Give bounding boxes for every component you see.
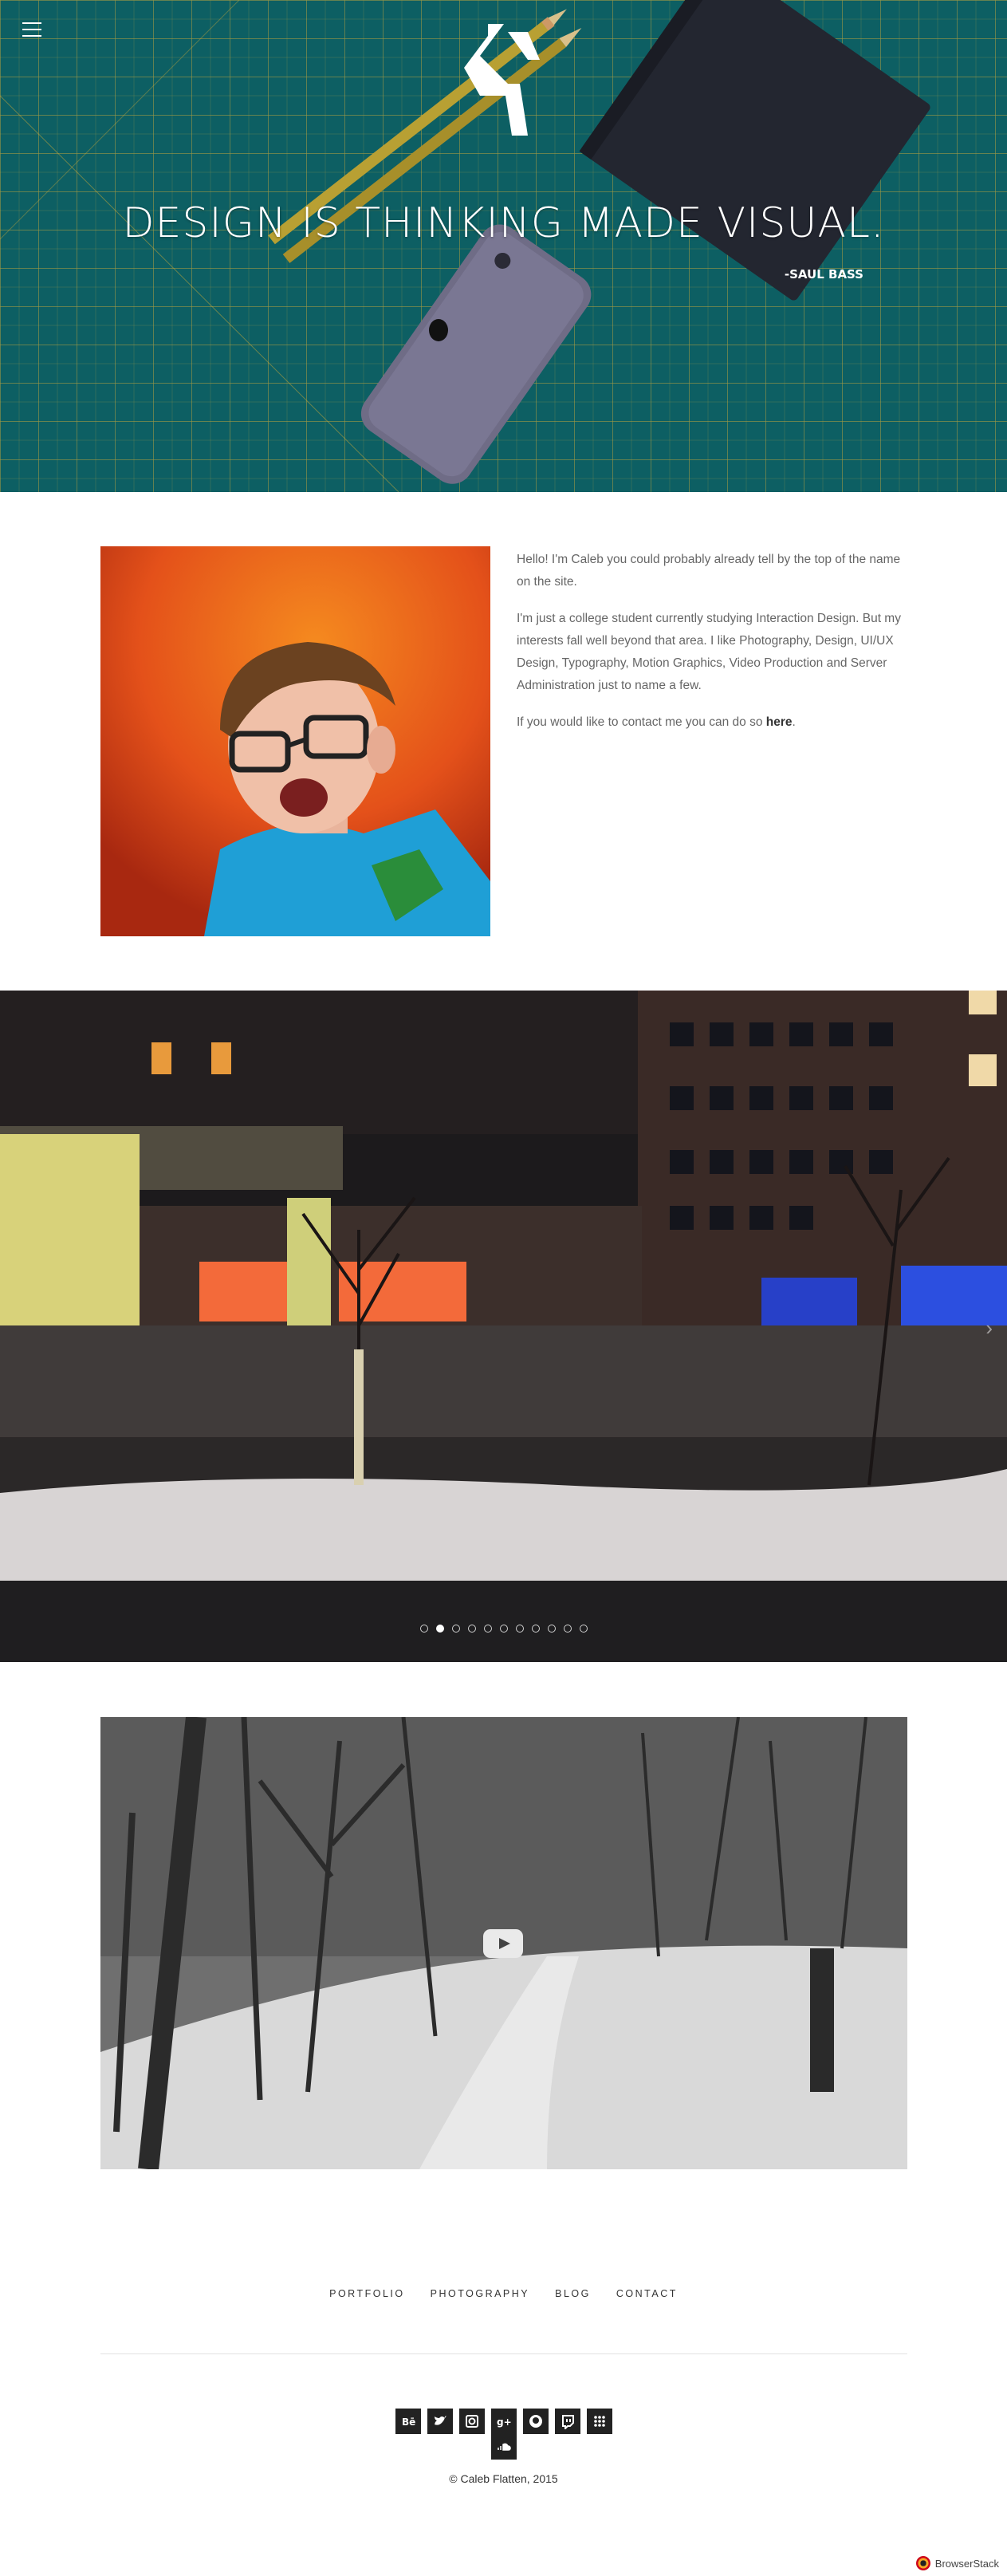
browserstack-text: BrowserStack [934, 2557, 999, 2570]
slider-dot[interactable] [531, 1625, 540, 1633]
footer-link-contact[interactable]: CONTACT [616, 2288, 678, 2299]
footer-nav: PORTFOLIO PHOTOGRAPHY BLOG CONTACT [0, 2288, 1007, 2299]
slider-dot[interactable] [467, 1625, 476, 1633]
about-text: Hello! I'm Caleb you could probably alre… [517, 549, 907, 748]
footer-link-portfolio[interactable]: PORTFOLIO [329, 2288, 405, 2299]
slider-dot[interactable] [483, 1625, 492, 1633]
svg-text:g+: g+ [497, 2416, 512, 2428]
hamburger-menu-icon[interactable] [22, 22, 41, 38]
slider-dot[interactable] [419, 1625, 428, 1633]
hero-quote: DESIGN IS THINKING MADE VISUAL. [122, 199, 885, 247]
slider-dot[interactable] [435, 1625, 444, 1633]
slider-dot[interactable] [515, 1625, 524, 1633]
slider-dot[interactable] [451, 1625, 460, 1633]
profile-photo [100, 546, 490, 936]
slider-pagination [0, 1625, 1007, 1633]
footer-link-photography[interactable]: PHOTOGRAPHY [431, 2288, 530, 2299]
copyright-text: © Caleb Flatten, 2015 [449, 2472, 558, 2485]
slider-dot[interactable] [563, 1625, 572, 1633]
contact-link[interactable]: here [766, 715, 793, 729]
slider-dot[interactable] [547, 1625, 556, 1633]
browserstack-logo-icon [915, 2556, 930, 2570]
soundcloud-icon[interactable] [491, 2434, 517, 2460]
cf-monogram-logo[interactable] [464, 24, 544, 136]
browserstack-badge: BrowserStack [915, 2556, 999, 2570]
contact-text: If you would like to contact me you can … [517, 715, 763, 729]
footer-link-blog[interactable]: BLOG [555, 2288, 591, 2299]
svg-text:Bē: Bē [402, 2416, 415, 2428]
social-links: Bē g+ [378, 2409, 630, 2460]
hero-quote-author: -SAUL BASS [784, 267, 863, 282]
photo-slider[interactable] [0, 991, 1007, 1662]
slider-dot[interactable] [579, 1625, 588, 1633]
behance-icon[interactable]: Bē [395, 2409, 421, 2434]
google-plus-icon[interactable]: g+ [491, 2409, 517, 2434]
slider-image-night-street [0, 991, 1007, 1662]
slider-next-arrow-icon[interactable]: › [985, 1316, 993, 1341]
footer-divider [100, 2353, 907, 2354]
about-paragraph-2: I'm just a college student currently stu… [517, 612, 901, 692]
hero-section: DESIGN IS THINKING MADE VISUAL. -SAUL BA… [0, 0, 1007, 492]
video-play-button[interactable] [483, 1929, 523, 1958]
flickr-icon[interactable] [587, 2409, 612, 2434]
twitch-icon[interactable] [555, 2409, 580, 2434]
twitter-icon[interactable] [427, 2409, 453, 2434]
contact-text-end: . [792, 715, 796, 729]
about-paragraph-1: Hello! I'm Caleb you could probably alre… [517, 553, 901, 589]
instagram-icon[interactable] [459, 2409, 485, 2434]
github-icon[interactable] [523, 2409, 549, 2434]
about-paragraph-3: If you would like to contact me you can … [517, 711, 907, 734]
slider-dot[interactable] [499, 1625, 508, 1633]
